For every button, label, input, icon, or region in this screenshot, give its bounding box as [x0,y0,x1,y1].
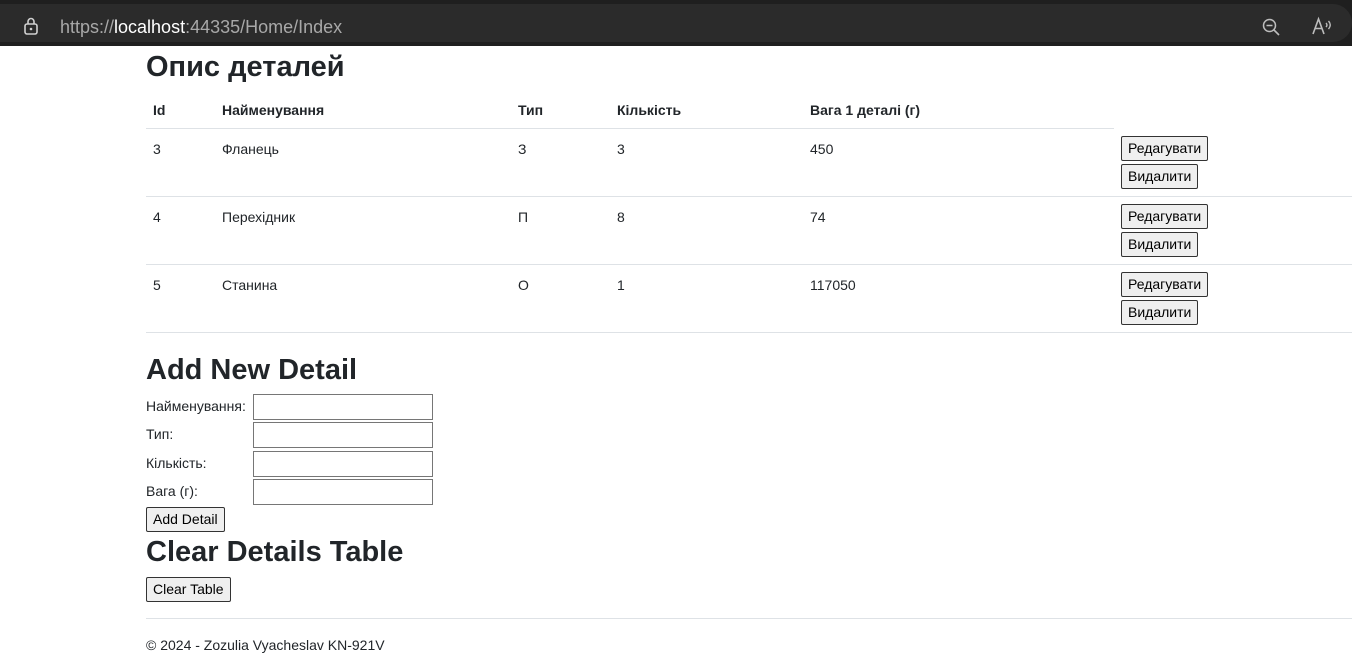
add-detail-button[interactable]: Add Detail [146,507,225,532]
table-row: 3 Фланець З 3 450 Редагувати Видалити [146,128,1352,197]
table-header-row: Id Найменування Тип Кількість Вага 1 дет… [146,92,1352,129]
read-aloud-icon[interactable] [1311,16,1335,38]
header-name: Найменування [215,92,511,129]
cell-quantity: 3 [610,128,803,197]
cell-weight: 450 [803,128,1114,197]
clear-table-heading: Clear Details Table [146,536,404,568]
type-input[interactable] [253,422,433,448]
delete-button[interactable]: Видалити [1121,300,1199,325]
footer-divider [146,618,1352,619]
weight-field-row: Вага (г): [146,479,436,505]
cell-type: П [511,196,610,265]
table-row: 5 Станина О 1 117050 Редагувати Видалити [146,264,1352,333]
details-table: Id Найменування Тип Кількість Вага 1 дет… [146,92,1352,333]
url-text[interactable]: https://localhost:44335/Home/Index [60,16,342,38]
cell-weight: 74 [803,196,1114,265]
browser-toolbar: https://localhost:44335/Home/Index [0,0,1352,46]
cell-id: 5 [146,264,215,333]
name-label: Найменування: [146,398,246,414]
cell-actions: Редагувати Видалити [1114,128,1352,197]
weight-input[interactable] [253,479,433,505]
name-field-row: Найменування: [146,394,436,420]
url-host: localhost [114,17,186,37]
edit-button[interactable]: Редагувати [1121,204,1209,229]
cell-name: Перехідник [215,196,511,265]
cell-weight: 117050 [803,264,1114,333]
cell-type: О [511,264,610,333]
quantity-input[interactable] [253,451,433,477]
table-row: 4 Перехідник П 8 74 Редагувати Видалити [146,196,1352,265]
url-scheme: https:// [60,17,115,37]
url-path: :44335/Home/Index [185,17,343,37]
delete-button[interactable]: Видалити [1121,232,1199,257]
clear-table-button[interactable]: Clear Table [146,577,231,602]
page-title: Опис деталей [146,51,345,83]
edit-button[interactable]: Редагувати [1121,135,1209,161]
name-input[interactable] [253,394,433,420]
cell-id: 4 [146,196,215,265]
cell-quantity: 1 [610,264,803,333]
quantity-field-row: Кількість: [146,451,436,477]
header-id: Id [146,92,215,129]
weight-label: Вага (г): [146,483,198,499]
header-type: Тип [511,92,610,129]
lock-icon[interactable] [21,16,41,36]
header-actions [1114,92,1352,129]
delete-button[interactable]: Видалити [1121,163,1199,189]
cell-name: Фланець [215,128,511,197]
edit-button[interactable]: Редагувати [1121,272,1209,297]
address-bar[interactable]: https://localhost:44335/Home/Index [0,4,1352,42]
type-field-row: Тип: [146,422,436,448]
footer-text: © 2024 - Zozulia Vyacheslav KN-921V [146,637,385,653]
zoom-out-icon[interactable] [1261,17,1281,37]
cell-id: 3 [146,128,215,197]
quantity-label: Кількість: [146,455,207,471]
cell-name: Станина [215,264,511,333]
cell-type: З [511,128,610,197]
header-weight: Вага 1 деталі (г) [803,92,1114,129]
cell-actions: Редагувати Видалити [1114,264,1352,333]
cell-actions: Редагувати Видалити [1114,196,1352,265]
add-detail-heading: Add New Detail [146,354,358,386]
type-label: Тип: [146,426,174,442]
cell-quantity: 8 [610,196,803,265]
header-quantity: Кількість [610,92,803,129]
